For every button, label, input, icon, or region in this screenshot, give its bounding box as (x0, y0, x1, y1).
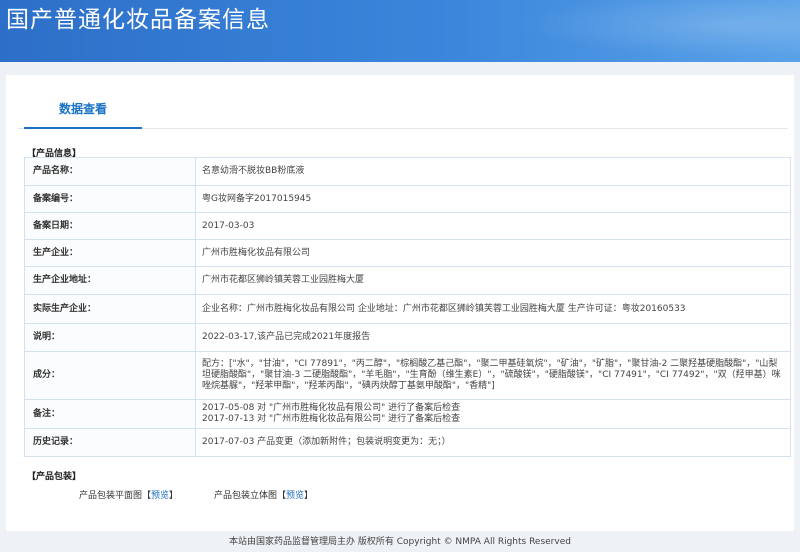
table-row: 生产企业地址： 广州市花都区狮岭镇芙蓉工业园胜梅大厦 (24, 266, 791, 295)
table-row: 说明： 2022-03-17,该产品已完成2021年度报告 (24, 323, 791, 352)
packaging-section-title: 【产品包装】 (27, 472, 82, 482)
row-label: 说明： (24, 323, 196, 352)
page-title: 国产普通化妆品备案信息 (6, 7, 270, 33)
row-value: 2017-07-03 产品变更（添加新附件；包装说明变更为：无；） (195, 428, 791, 457)
row-value: 2022-03-17,该产品已完成2021年度报告 (195, 323, 791, 352)
remark-line: 2017-05-08 对 "广州市胜梅化妆品有限公司" 进行了备案后检查 (202, 403, 461, 413)
tab-bar: 数据查看 (18, 97, 788, 129)
preview-flat-link[interactable]: 预览 (151, 491, 169, 501)
row-value: 企业名称：广州市胜梅化妆品有限公司 企业地址：广州市花都区狮岭镇芙蓉工业园胜梅大… (195, 294, 791, 324)
row-value: 粤G妆网备字2017015945 (195, 185, 791, 213)
table-row: 备注： 2017-05-08 对 "广州市胜梅化妆品有限公司" 进行了备案后检查… (24, 399, 791, 429)
row-value: 广州市花都区狮岭镇芙蓉工业园胜梅大厦 (195, 266, 791, 295)
row-value: 广州市胜梅化妆品有限公司 (195, 239, 791, 267)
ingredients-value: 配方：["水"，"甘油"，"CI 77891"，"丙二醇"，"棕榈酸乙基己酯"，… (195, 351, 791, 400)
preview-3d-link[interactable]: 预览 (286, 491, 304, 501)
packaging-item-flat: 产品包装平面图【预览】 (79, 488, 178, 501)
packaging-item-3d: 产品包装立体图【预览】 (214, 488, 313, 501)
row-label: 历史记录： (24, 428, 196, 457)
row-value: 名意幼滑不脱妆BB粉底液 (195, 157, 791, 186)
table-row: 成分： 配方：["水"，"甘油"，"CI 77891"，"丙二醇"，"棕榈酸乙基… (24, 351, 791, 400)
bracket-open: 【 (277, 491, 287, 501)
row-label: 实际生产企业： (24, 294, 196, 324)
bracket-open: 【 (142, 491, 152, 501)
bracket-close: 】 (169, 491, 179, 501)
table-row: 备案日期： 2017-03-03 (24, 212, 791, 240)
table-row: 产品名称： 名意幼滑不脱妆BB粉底液 (24, 157, 791, 186)
row-value: 2017-03-03 (195, 212, 791, 240)
table-row: 备案编号： 粤G妆网备字2017015945 (24, 185, 791, 213)
header-banner: 国产普通化妆品备案信息 (0, 0, 800, 62)
footer-copyright: 本站由国家药品监督管理局主办 版权所有 Copyright © NMPA All… (0, 532, 800, 552)
row-label: 备案编号： (24, 185, 196, 213)
row-label: 生产企业地址： (24, 266, 196, 295)
table-row: 历史记录： 2017-07-03 产品变更（添加新附件；包装说明变更为：无；） (24, 428, 791, 457)
table-row: 生产企业： 广州市胜梅化妆品有限公司 (24, 239, 791, 267)
row-label: 生产企业： (24, 239, 196, 267)
packaging-item-label: 产品包装立体图 (214, 491, 278, 501)
row-label: 备案日期： (24, 212, 196, 240)
remark-line: 2017-07-13 对 "广州市胜梅化妆品有限公司" 进行了备案后检查 (202, 414, 461, 424)
banner-decoration (480, 0, 800, 62)
row-label: 成分： (24, 351, 196, 400)
row-label: 产品名称： (24, 157, 196, 186)
table-row: 实际生产企业： 企业名称：广州市胜梅化妆品有限公司 企业地址：广州市花都区狮岭镇… (24, 294, 791, 324)
packaging-item-label: 产品包装平面图 (79, 491, 143, 501)
bracket-close: 】 (304, 491, 314, 501)
remarks-value: 2017-05-08 对 "广州市胜梅化妆品有限公司" 进行了备案后检查 201… (195, 399, 791, 429)
row-label: 备注： (24, 399, 196, 429)
product-info-table: 产品名称： 名意幼滑不脱妆BB粉底液 备案编号： 粤G妆网备字201701594… (24, 157, 791, 457)
tab-data-view[interactable]: 数据查看 (24, 97, 142, 129)
